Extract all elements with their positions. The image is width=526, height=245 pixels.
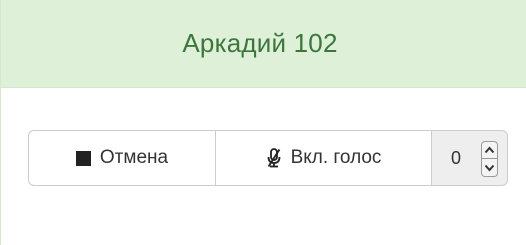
user-panel: Аркадий 102 Отмена Вкл. голос 0 (0, 0, 526, 245)
chevron-down-icon (484, 164, 495, 172)
cancel-button-label: Отмена (99, 147, 169, 168)
controls-group: Отмена Вкл. голос 0 (28, 130, 508, 186)
panel-title: Аркадий 102 (182, 28, 338, 58)
cancel-button[interactable]: Отмена (28, 130, 216, 186)
microphone-muted-icon (266, 148, 282, 168)
spinner-down-button[interactable] (481, 159, 498, 177)
spinner-value[interactable]: 0 (451, 148, 461, 169)
chevron-up-icon (484, 146, 495, 154)
voice-toggle-button[interactable]: Вкл. голос (216, 130, 432, 186)
voice-toggle-label: Вкл. голос (290, 147, 382, 168)
spinner-arrows (481, 141, 498, 177)
number-spinner[interactable]: 0 (432, 130, 508, 186)
panel-heading: Аркадий 102 (1, 0, 526, 88)
stop-icon (75, 150, 91, 166)
spinner-up-button[interactable] (481, 141, 498, 159)
